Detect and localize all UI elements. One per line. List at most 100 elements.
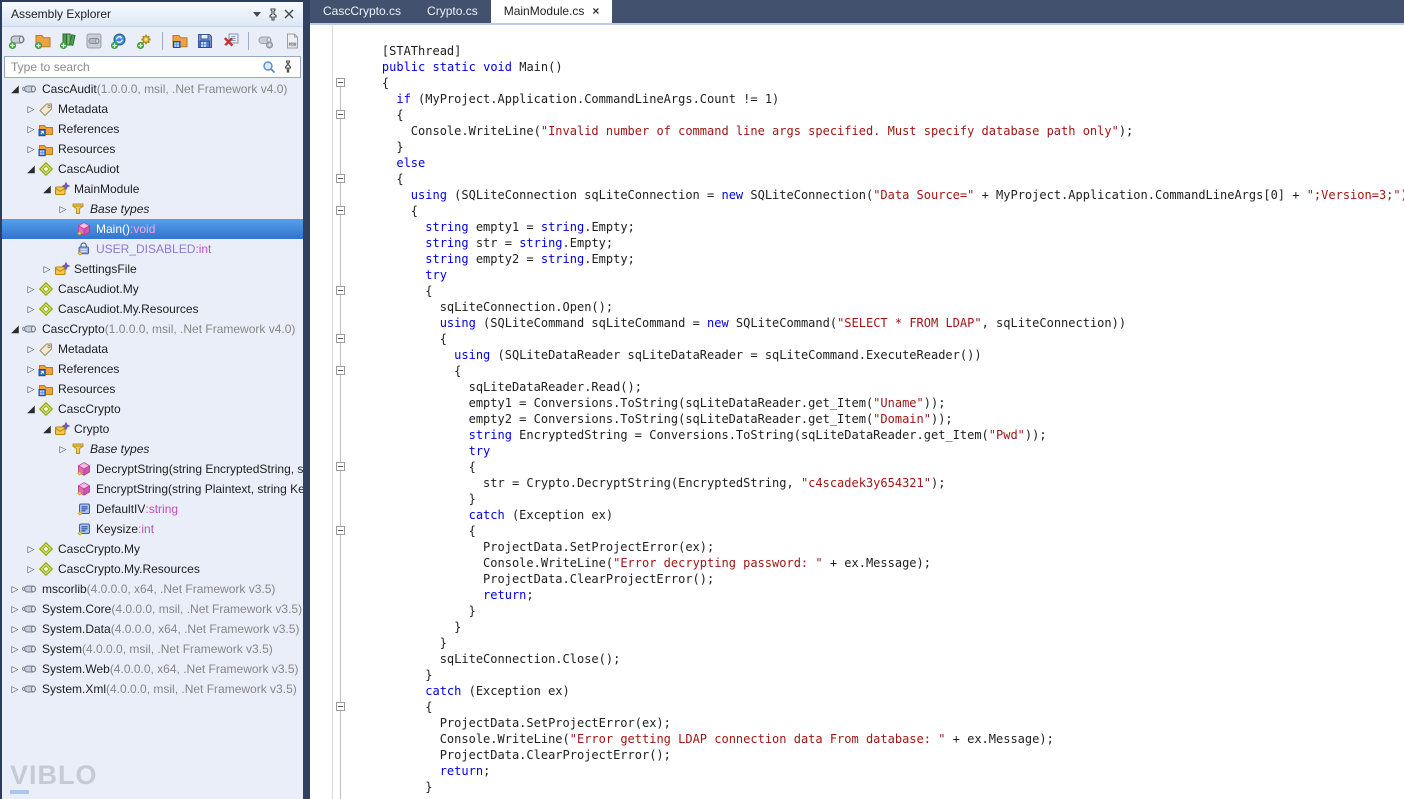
fold-toggle[interactable] xyxy=(336,334,345,343)
tree-row[interactable]: USER_DISABLED:int xyxy=(2,239,303,259)
tree-row[interactable]: ◢ Crypto xyxy=(2,419,303,439)
tree-row[interactable]: ◢ MainModule xyxy=(2,179,303,199)
tree-row[interactable]: EncryptString(string Plaintext, string K… xyxy=(2,479,303,499)
disable-mma-button[interactable] xyxy=(255,30,277,52)
open-folder-button[interactable] xyxy=(31,30,53,52)
expander-closed-icon[interactable]: ▷ xyxy=(8,644,22,655)
expander-closed-icon[interactable]: ▷ xyxy=(24,284,38,295)
tree-row[interactable]: Keysize:int xyxy=(2,519,303,539)
tab-crypto-cs[interactable]: Crypto.cs xyxy=(414,0,491,23)
expander-open-icon[interactable]: ◢ xyxy=(40,184,54,195)
tree-row[interactable]: DefaultIV:string xyxy=(2,499,303,519)
toolbar-separator xyxy=(161,32,163,50)
expander-open-icon[interactable]: ◢ xyxy=(40,424,54,435)
method-icon xyxy=(76,461,93,477)
tree-row-label: Main() xyxy=(96,222,131,236)
fold-toggle[interactable] xyxy=(336,78,345,87)
tab-mainmodule-cs[interactable]: MainModule.cs × xyxy=(490,0,613,23)
fold-toggle[interactable] xyxy=(336,174,345,183)
close-file-button[interactable] xyxy=(220,30,242,52)
expander-closed-icon[interactable]: ▷ xyxy=(24,564,38,575)
expander-open-icon[interactable]: ◢ xyxy=(24,404,38,415)
expander-closed-icon[interactable]: ▷ xyxy=(8,624,22,635)
expander-closed-icon[interactable]: ▷ xyxy=(8,584,22,595)
save-module-button[interactable] xyxy=(194,30,216,52)
search-input[interactable]: Type to search xyxy=(4,56,301,78)
tree-row[interactable]: ◢ CascCrypto (1.0.0.0, msil, .Net Framewo… xyxy=(2,319,303,339)
tree-row[interactable]: ▷ SettingsFile xyxy=(2,259,303,279)
code-line: try xyxy=(468,444,491,458)
folding-margin[interactable] xyxy=(333,25,349,799)
code-line: { xyxy=(353,364,462,378)
tree-row[interactable]: ▷ CascCrypto.My.Resources xyxy=(2,559,303,579)
tree-row[interactable]: ▷ System.Xml (4.0.0.0, msil, .Net Framewo… xyxy=(2,679,303,699)
panel-menu-button[interactable] xyxy=(249,6,265,22)
expander-closed-icon[interactable]: ▷ xyxy=(8,604,22,615)
tree-row[interactable]: ▷ Metadata xyxy=(2,99,303,119)
tree-row[interactable]: ◢ CascCrypto xyxy=(2,399,303,419)
fold-toggle[interactable] xyxy=(336,702,345,711)
panel-pin-button[interactable] xyxy=(265,6,281,22)
tree-row[interactable]: ▷ References xyxy=(2,119,303,139)
code-line: if (MyProject.Application.CommandLineArg… xyxy=(396,92,780,106)
tree-row[interactable]: ▷ CascAudiot.My.Resources xyxy=(2,299,303,319)
tree-row[interactable]: ▷ CascAudiot.My xyxy=(2,279,303,299)
fold-toggle[interactable] xyxy=(336,110,345,119)
fold-toggle[interactable] xyxy=(336,526,345,535)
expander-closed-icon[interactable]: ▷ xyxy=(24,544,38,555)
search-pin-icon[interactable] xyxy=(280,59,296,75)
breakpoint-margin[interactable] xyxy=(310,25,333,799)
expander-open-icon[interactable]: ◢ xyxy=(8,324,22,335)
panel-splitter[interactable] xyxy=(303,0,310,799)
tree-row[interactable]: ▷ Base types xyxy=(2,199,303,219)
fold-toggle[interactable] xyxy=(336,462,345,471)
open-assembly-button[interactable] xyxy=(6,30,28,52)
tree-row[interactable]: ◢ CascAudiot xyxy=(2,159,303,179)
tree-row[interactable]: ◢ CascAudit (1.0.0.0, msil, .Net Framewor… xyxy=(2,79,303,99)
tree-row[interactable]: ▷ Metadata xyxy=(2,339,303,359)
expander-closed-icon[interactable]: ▷ xyxy=(24,124,38,135)
tree-row[interactable]: ▷ System (4.0.0.0, msil, .Net Framework v… xyxy=(2,639,303,659)
method-icon xyxy=(76,481,93,497)
fold-toggle[interactable] xyxy=(336,206,345,215)
expander-open-icon[interactable]: ◢ xyxy=(8,84,22,95)
expander-closed-icon[interactable]: ▷ xyxy=(8,664,22,675)
tree-row-label: mscorlib xyxy=(42,582,87,596)
code-editor[interactable]: [STAThread] public static void Main() { … xyxy=(310,25,1404,799)
open-list-button[interactable] xyxy=(57,30,79,52)
open-dynamic-button[interactable] xyxy=(133,30,155,52)
expander-closed-icon[interactable]: ▷ xyxy=(24,304,38,315)
expander-closed-icon[interactable]: ▷ xyxy=(24,364,38,375)
fold-toggle[interactable] xyxy=(336,366,345,375)
tab-close-icon[interactable]: × xyxy=(592,4,599,18)
code-text[interactable]: [STAThread] public static void Main() { … xyxy=(349,25,1404,799)
code-line: catch (Exception ex) xyxy=(468,508,614,522)
open-pdb-button[interactable]: PDB xyxy=(281,30,303,52)
expander-closed-icon[interactable]: ▷ xyxy=(40,264,54,275)
tree-row[interactable]: ▷ Resources xyxy=(2,139,303,159)
expander-closed-icon[interactable]: ▷ xyxy=(24,344,38,355)
tree-row[interactable]: ▷ System.Web (4.0.0.0, x64, .Net Framewor… xyxy=(2,659,303,679)
open-module-button[interactable] xyxy=(169,30,191,52)
tree-row[interactable]: ▷ CascCrypto.My xyxy=(2,539,303,559)
expander-closed-icon[interactable]: ▷ xyxy=(8,684,22,695)
expander-closed-icon[interactable]: ▷ xyxy=(56,444,70,455)
expander-open-icon[interactable]: ◢ xyxy=(24,164,38,175)
tree-row[interactable]: ▷ Resources xyxy=(2,379,303,399)
tab-casccrypto-cs[interactable]: CascCrypto.cs xyxy=(310,0,414,23)
fold-toggle[interactable] xyxy=(336,286,345,295)
tree-row[interactable]: ▷ Base types xyxy=(2,439,303,459)
tree-row[interactable]: DecryptString(string EncryptedString, st… xyxy=(2,459,303,479)
expander-closed-icon[interactable]: ▷ xyxy=(24,144,38,155)
expander-closed-icon[interactable]: ▷ xyxy=(56,204,70,215)
tree-row[interactable]: ▷ mscorlib (4.0.0.0, x64, .Net Framework … xyxy=(2,579,303,599)
expander-closed-icon[interactable]: ▷ xyxy=(24,104,38,115)
tree-row[interactable]: ▷ System.Data (4.0.0.0, x64, .Net Framewo… xyxy=(2,619,303,639)
expander-closed-icon[interactable]: ▷ xyxy=(24,384,38,395)
panel-close-button[interactable] xyxy=(281,6,297,22)
tree-row[interactable]: ▷ References xyxy=(2,359,303,379)
tree-row[interactable]: ▷ System.Core (4.0.0.0, msil, .Net Framew… xyxy=(2,599,303,619)
reload-assemblies-button[interactable] xyxy=(108,30,130,52)
tree-row[interactable]: Main():void xyxy=(2,219,303,239)
open-from-gac-button[interactable] xyxy=(82,30,104,52)
